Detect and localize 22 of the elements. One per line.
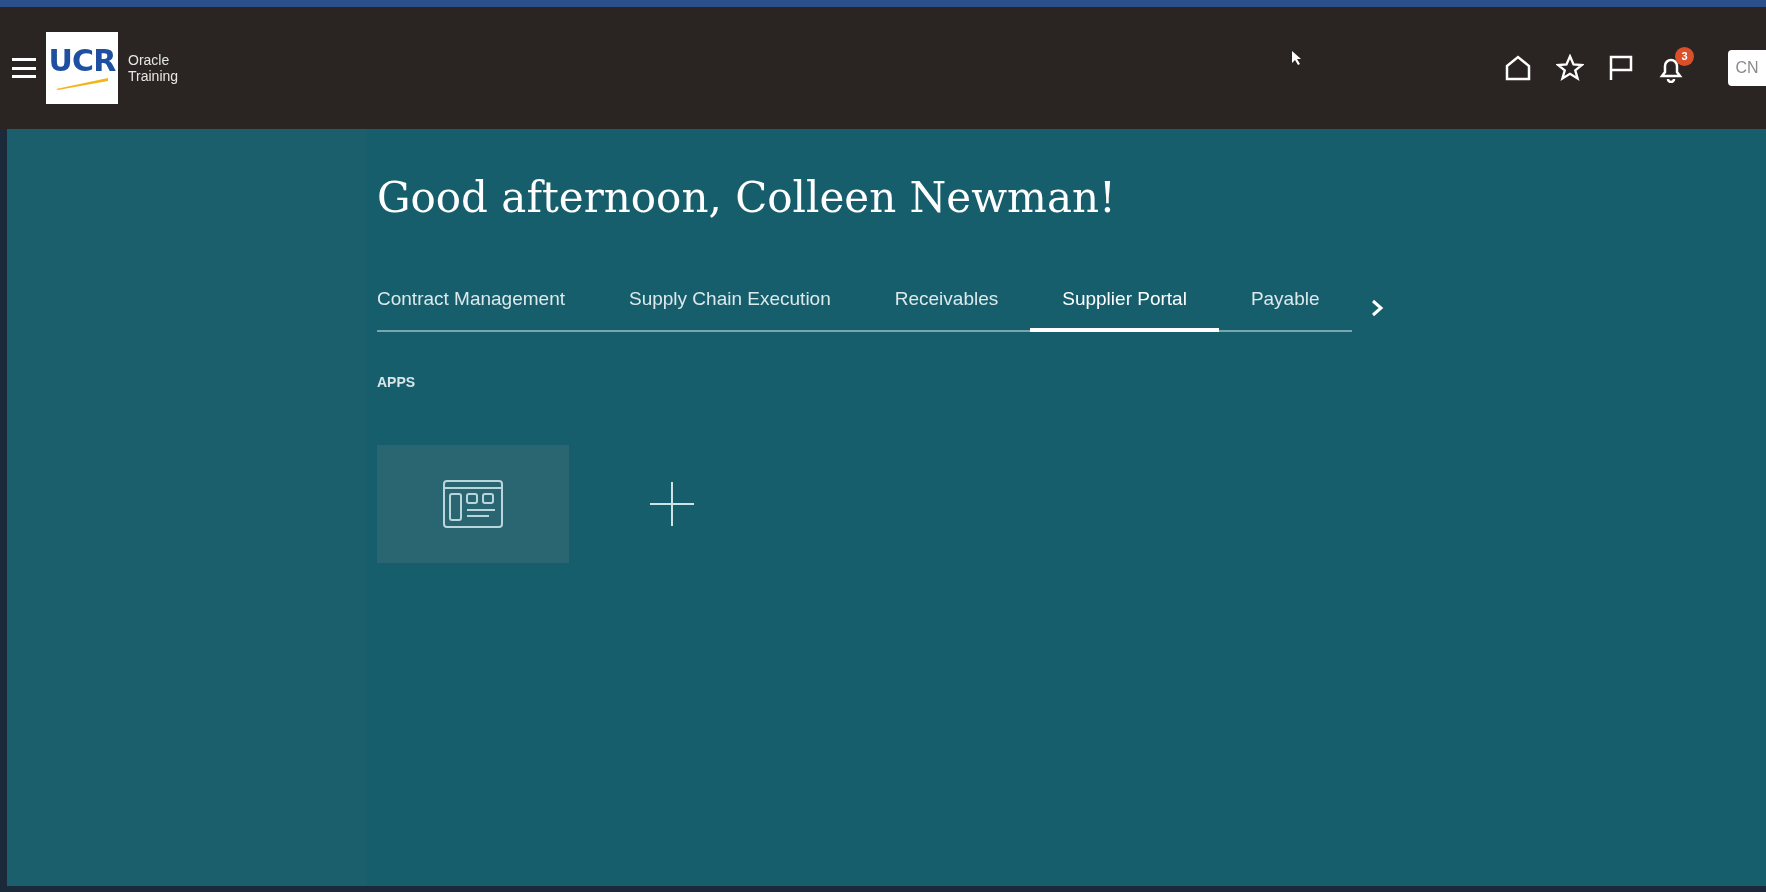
add-icon[interactable] <box>649 480 695 527</box>
notification-badge: 3 <box>1675 47 1694 66</box>
swoosh-icon <box>54 76 110 90</box>
user-avatar[interactable]: CN <box>1728 50 1766 86</box>
app-name: Oracle <box>128 52 171 68</box>
tab[interactable]: Payable <box>1218 285 1352 330</box>
logo[interactable]: UCR <box>46 32 118 104</box>
flag-icon[interactable] <box>1608 54 1634 82</box>
menu-icon[interactable] <box>12 58 36 78</box>
apps-heading: APPS <box>377 372 417 392</box>
tab[interactable]: Supply Chain Execution <box>597 285 863 330</box>
greeting: Good afternoon, Colleen Newman! <box>377 177 1117 219</box>
home-icon[interactable] <box>1504 54 1532 82</box>
chevron-right-icon[interactable] <box>1369 297 1384 318</box>
star-icon[interactable] <box>1556 54 1584 82</box>
app-icon <box>443 479 503 528</box>
logo-text: UCR <box>48 46 116 76</box>
tab[interactable]: Receivables <box>862 285 1031 330</box>
tab[interactable]: Contract Management <box>377 285 597 330</box>
app-name: Training <box>128 68 179 84</box>
app-tile[interactable] <box>377 444 569 563</box>
tab[interactable]: Supplier Portal <box>1030 285 1219 332</box>
